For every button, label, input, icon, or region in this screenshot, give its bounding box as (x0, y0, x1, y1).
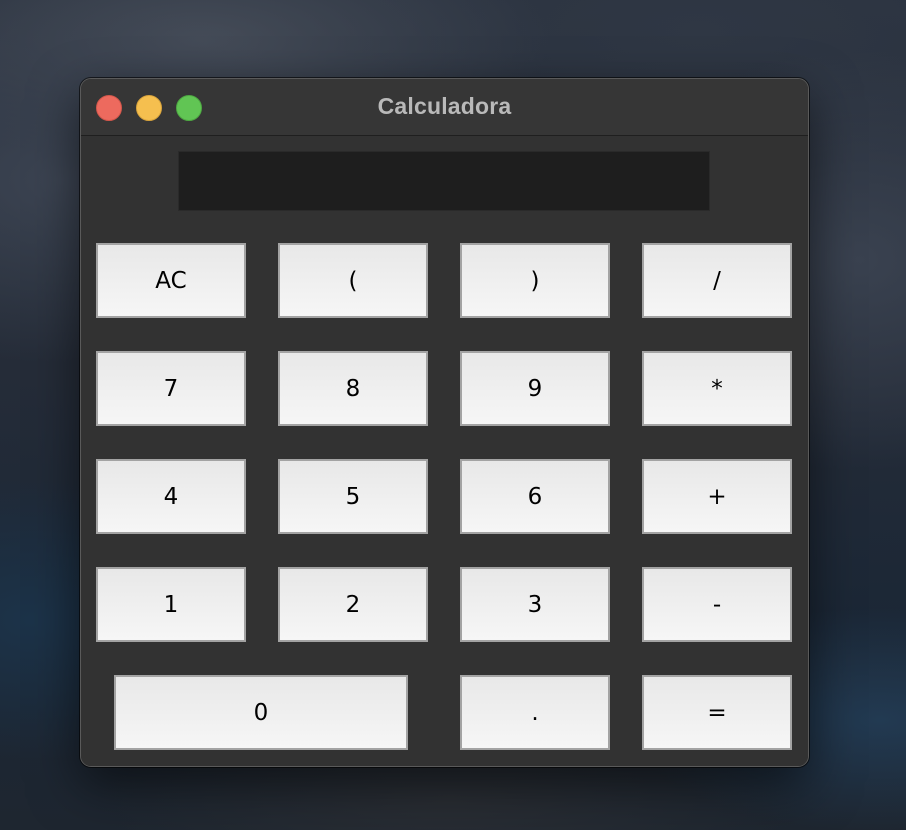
decimal-point-button[interactable]: . (460, 675, 610, 750)
digit-4-button[interactable]: 4 (96, 459, 246, 534)
minus-button[interactable]: - (642, 567, 792, 642)
close-parenthesis-button[interactable]: ) (460, 243, 610, 318)
digit-8-button[interactable]: 8 (278, 351, 428, 426)
digit-0-button[interactable]: 0 (114, 675, 408, 750)
clear-button[interactable]: AC (96, 243, 246, 318)
equals-button[interactable]: = (642, 675, 792, 750)
calculator-window: Calculadora AC ( ) / 7 8 9 * 4 5 6 + 1 2… (80, 78, 809, 767)
digit-5-button[interactable]: 5 (278, 459, 428, 534)
digit-3-button[interactable]: 3 (460, 567, 610, 642)
digit-9-button[interactable]: 9 (460, 351, 610, 426)
plus-button[interactable]: + (642, 459, 792, 534)
digit-1-button[interactable]: 1 (96, 567, 246, 642)
multiply-button[interactable]: * (642, 351, 792, 426)
divide-button[interactable]: / (642, 243, 792, 318)
digit-6-button[interactable]: 6 (460, 459, 610, 534)
window-title: Calculadora (377, 93, 512, 119)
calculator-body: AC ( ) / 7 8 9 * 4 5 6 + 1 2 3 - 0 . = (81, 136, 808, 766)
title-bar[interactable]: Calculadora (81, 79, 808, 136)
digit-7-button[interactable]: 7 (96, 351, 246, 426)
calculator-display[interactable] (178, 151, 710, 211)
digit-2-button[interactable]: 2 (278, 567, 428, 642)
open-parenthesis-button[interactable]: ( (278, 243, 428, 318)
